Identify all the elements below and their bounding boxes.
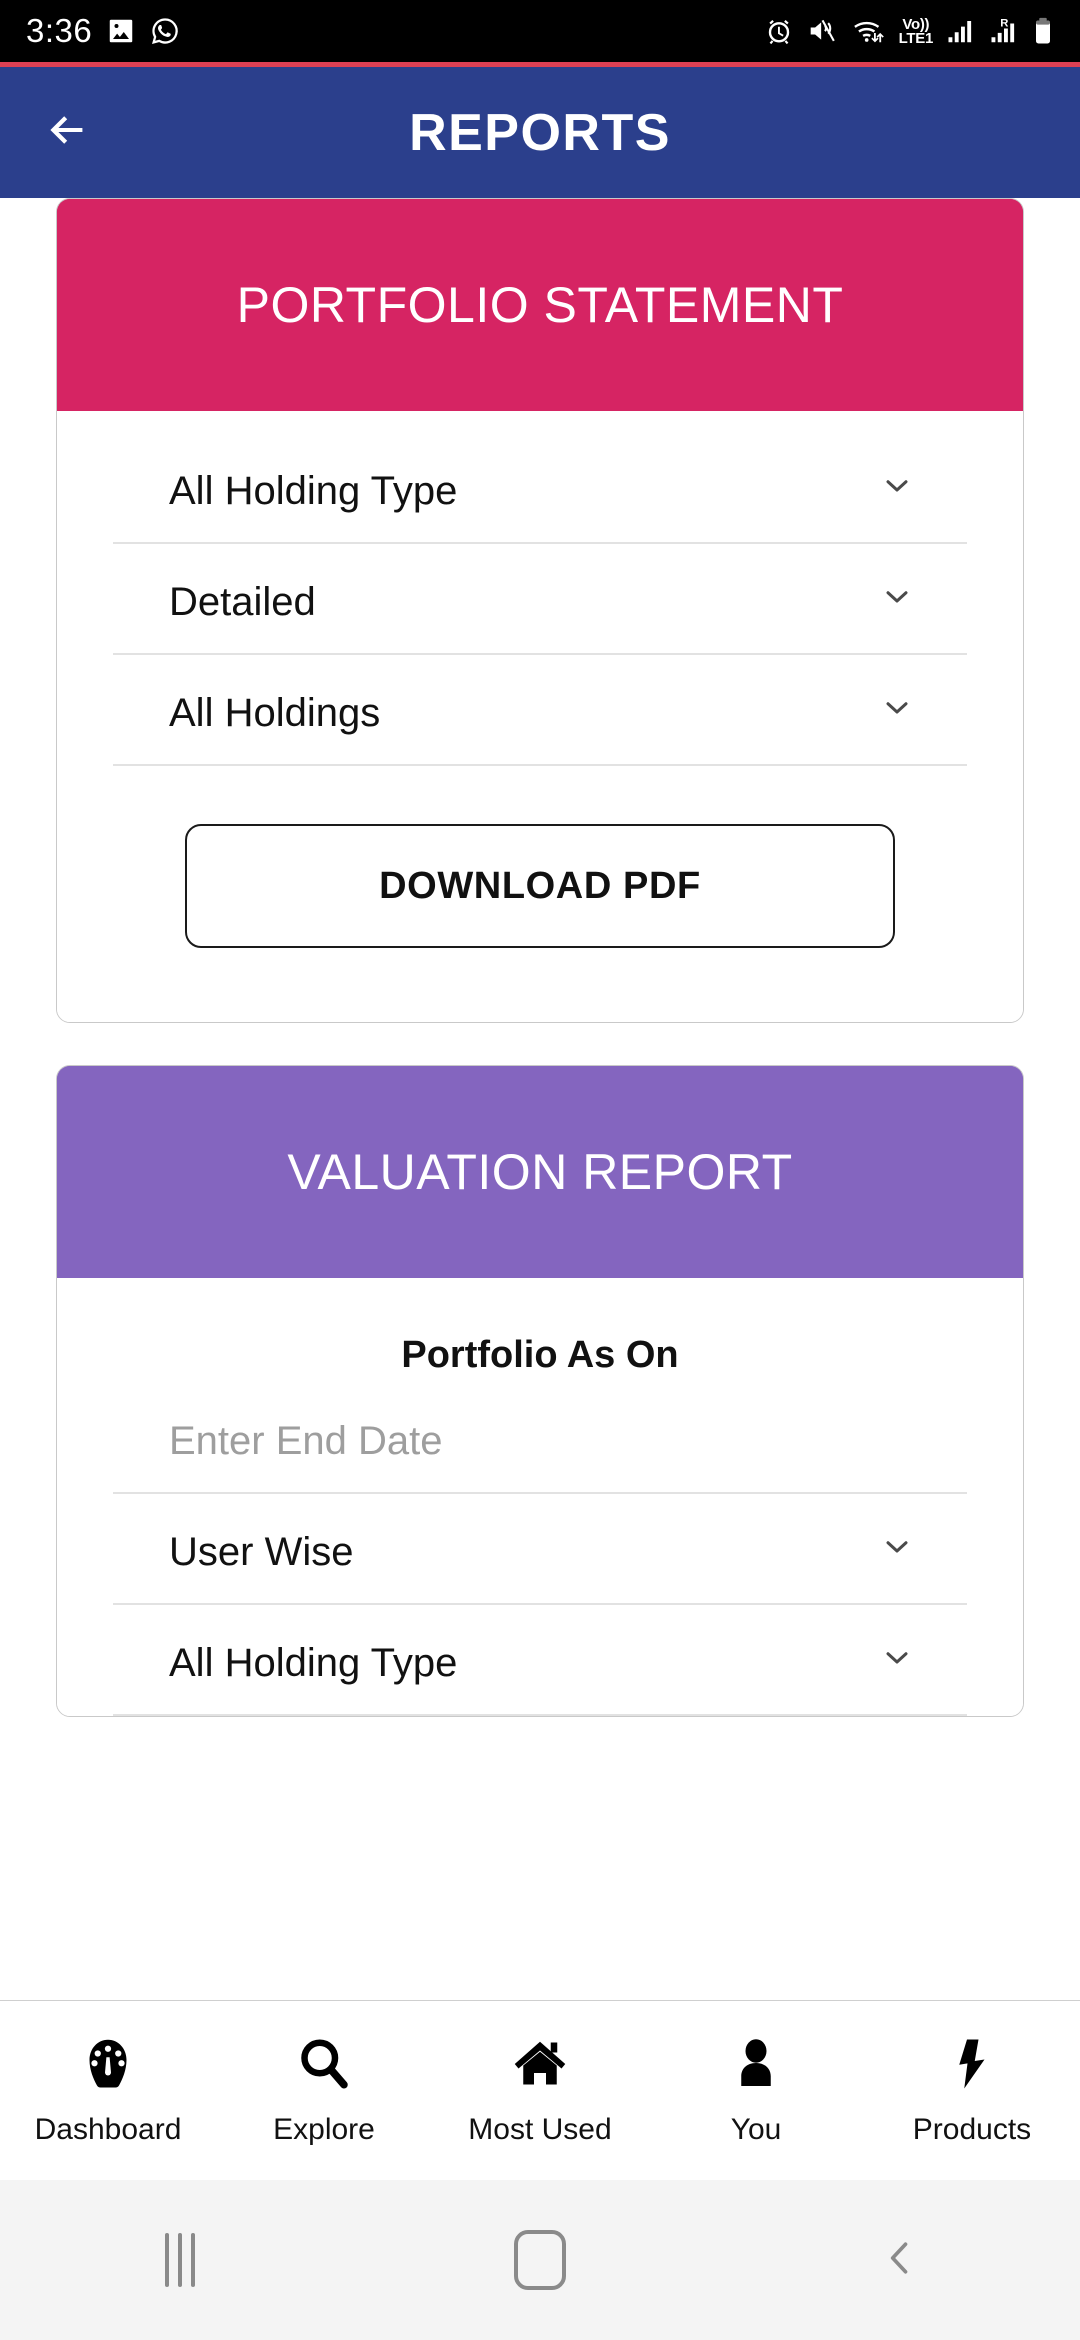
svg-text:R: R — [1000, 18, 1008, 30]
holding-type-dropdown[interactable]: All Holding Type — [113, 433, 967, 544]
valuation-report-card-body: Portfolio As On Enter End Date User Wise… — [57, 1278, 1023, 1716]
holding-type-value: All Holding Type — [169, 469, 458, 513]
android-back-button[interactable] — [810, 2205, 990, 2315]
phone-screen: 3:36 Vo)) LTE1 R REPORTS PORTFOLIO STATE… — [0, 0, 1080, 2340]
tab-most-used[interactable]: Most Used — [432, 2034, 648, 2147]
report-detail-dropdown[interactable]: Detailed — [113, 544, 967, 655]
volte-icon: Vo)) LTE1 — [898, 18, 934, 48]
bottom-tab-bar: Dashboard Explore Most Used You Products — [0, 2000, 1080, 2180]
scroll-content[interactable]: PORTFOLIO STATEMENT All Holding Type Det… — [0, 198, 1080, 2000]
tab-products[interactable]: Products — [864, 2034, 1080, 2147]
tab-dashboard[interactable]: Dashboard — [0, 2034, 216, 2147]
report-detail-value: Detailed — [169, 580, 316, 624]
tab-you-label: You — [730, 2113, 782, 2146]
valuation-holding-type-dropdown[interactable]: All Holding Type — [113, 1605, 967, 1716]
status-bar-clock: 3:36 — [26, 12, 93, 49]
portfolio-statement-card-header: PORTFOLIO STATEMENT — [57, 199, 1023, 411]
chevron-down-icon — [879, 578, 915, 619]
user-wise-value: User Wise — [169, 1530, 354, 1574]
valuation-report-card: VALUATION REPORT Portfolio As On Enter E… — [56, 1065, 1024, 1717]
tab-explore[interactable]: Explore — [216, 2034, 432, 2147]
volte-bottom-text: LTE1 — [898, 30, 934, 48]
tab-most-used-label: Most Used — [468, 2113, 612, 2146]
end-date-field[interactable]: Enter End Date — [113, 1383, 967, 1494]
home-button[interactable] — [450, 2205, 630, 2315]
chevron-down-icon — [879, 1528, 915, 1569]
lightning-bolt-icon — [942, 2034, 1002, 2099]
portfolio-as-on-label: Portfolio As On — [401, 1334, 679, 1376]
status-bar-right: Vo)) LTE1 R — [764, 16, 1054, 46]
valuation-holding-type-value: All Holding Type — [169, 1641, 458, 1685]
recents-button[interactable] — [90, 2205, 270, 2315]
wifi-icon — [852, 16, 886, 46]
recents-icon — [165, 2233, 195, 2287]
status-bar: 3:36 Vo)) LTE1 R — [0, 0, 1080, 62]
chevron-down-icon — [879, 1639, 915, 1680]
back-arrow-icon — [42, 106, 90, 159]
chevron-left-icon — [878, 2236, 922, 2285]
home-icon — [510, 2034, 570, 2099]
back-button[interactable] — [36, 103, 96, 163]
android-navigation-bar — [0, 2180, 1080, 2340]
tab-explore-label: Explore — [273, 2113, 375, 2146]
signal-icon — [946, 16, 976, 46]
chevron-down-icon — [879, 467, 915, 508]
whatsapp-icon — [150, 16, 180, 46]
valuation-report-title: VALUATION REPORT — [287, 1144, 793, 1200]
valuation-report-card-header: VALUATION REPORT — [57, 1066, 1023, 1278]
download-pdf-button[interactable]: DOWNLOAD PDF — [185, 824, 895, 948]
portfolio-statement-card: PORTFOLIO STATEMENT All Holding Type Det… — [56, 198, 1024, 1023]
speedometer-icon — [78, 2034, 138, 2099]
person-icon — [726, 2034, 786, 2099]
battery-icon — [1032, 16, 1054, 46]
vibrate-icon — [807, 16, 839, 46]
search-icon — [294, 2034, 354, 2099]
photo-icon — [106, 16, 136, 46]
home-square-icon — [514, 2230, 566, 2290]
page-title: REPORTS — [409, 103, 671, 162]
end-date-placeholder: Enter End Date — [169, 1419, 443, 1463]
holdings-scope-dropdown[interactable]: All Holdings — [113, 655, 967, 766]
chevron-down-icon — [879, 689, 915, 730]
alarm-icon — [764, 16, 794, 46]
app-header: REPORTS — [0, 62, 1080, 198]
portfolio-statement-title: PORTFOLIO STATEMENT — [236, 277, 844, 333]
user-wise-dropdown[interactable]: User Wise — [113, 1494, 967, 1605]
tab-products-label: Products — [912, 2113, 1032, 2146]
tab-dashboard-label: Dashboard — [34, 2113, 182, 2146]
status-bar-left: 3:36 — [26, 12, 180, 50]
download-pdf-row: DOWNLOAD PDF — [57, 766, 1023, 1022]
portfolio-statement-card-body: All Holding Type Detailed All Holdings D… — [57, 411, 1023, 1022]
tab-you[interactable]: You — [648, 2034, 864, 2147]
holdings-scope-value: All Holdings — [169, 691, 381, 735]
roaming-signal-icon: R — [989, 16, 1019, 46]
